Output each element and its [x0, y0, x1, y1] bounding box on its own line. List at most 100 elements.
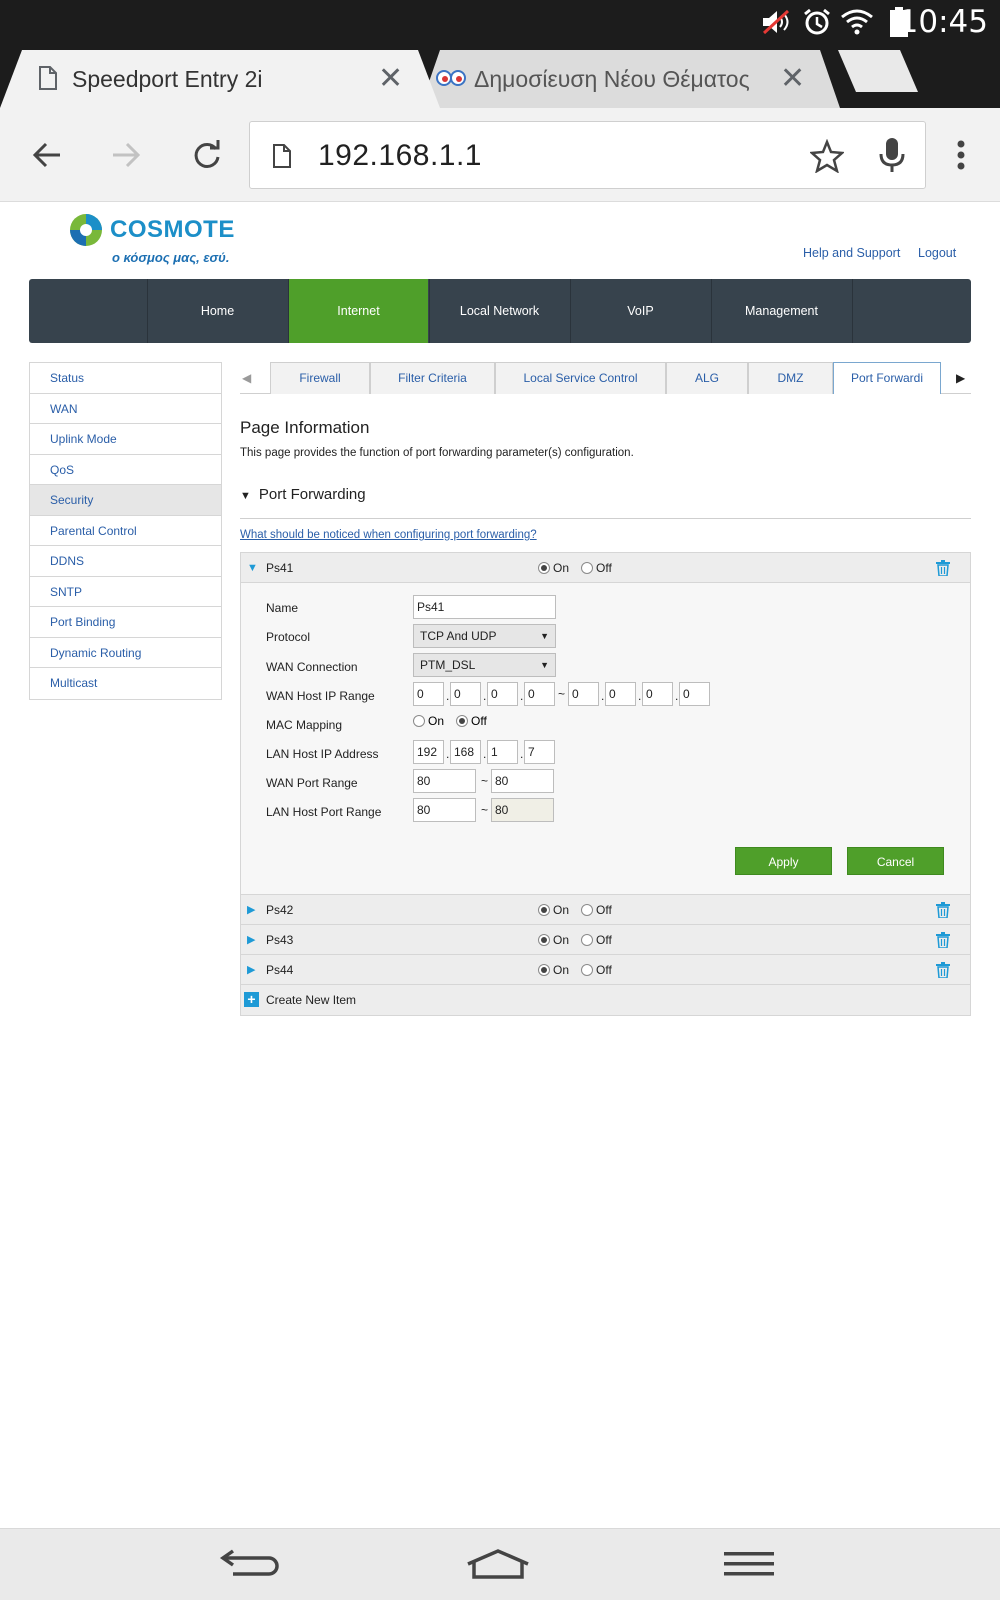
enable-on-radio[interactable]	[538, 904, 550, 916]
nav-home[interactable]: Home	[147, 279, 287, 343]
enable-on-radio[interactable]	[538, 934, 550, 946]
protocol-select[interactable]: TCP And UDP ▼	[413, 624, 556, 648]
help-link[interactable]: What should be noticed when configuring …	[240, 529, 537, 541]
wan-ip-end-octet-3[interactable]: 0	[642, 682, 673, 706]
wan-ip-start-octet-3[interactable]: 0	[487, 682, 518, 706]
tab-speedport[interactable]: Speedport Entry 2i ✕	[22, 50, 432, 108]
help-support-link[interactable]: Help and Support	[803, 246, 900, 260]
create-new-item-row[interactable]: + Create New Item	[241, 985, 970, 1015]
mac-off-radio[interactable]	[456, 715, 469, 727]
sidebar-item-parental-control[interactable]: Parental Control	[30, 515, 221, 546]
tab-title: Speedport Entry 2i	[72, 66, 263, 92]
logout-link[interactable]: Logout	[918, 246, 956, 260]
close-tab-icon[interactable]: ✕	[378, 50, 403, 108]
wan-connection-select[interactable]: PTM_DSL ▼	[413, 653, 556, 677]
home-icon[interactable]	[458, 1539, 538, 1589]
wan-port-start-input[interactable]: 80	[413, 769, 476, 793]
port-forwarding-section-header[interactable]: ▼ Port Forwarding	[240, 486, 366, 503]
name-label: Name	[266, 601, 299, 615]
back-button[interactable]	[20, 128, 74, 182]
sidebar-item-qos[interactable]: QoS	[30, 454, 221, 485]
enable-off-radio[interactable]	[581, 904, 594, 916]
name-input[interactable]: Ps41	[413, 595, 556, 619]
mic-icon[interactable]	[878, 136, 906, 179]
rule-header-ps41[interactable]: ▼ Ps41 On Off	[241, 553, 970, 583]
reload-button[interactable]	[180, 128, 234, 182]
rule-header-ps44[interactable]: ▶ Ps44 On Off	[241, 955, 970, 985]
wan-ip-start-octet-4[interactable]: 0	[524, 682, 555, 706]
rule-header-ps42[interactable]: ▶ Ps42 On Off	[241, 895, 970, 925]
create-new-item-label: Create New Item	[266, 993, 357, 1007]
trash-icon[interactable]	[936, 932, 950, 951]
scroll-left-icon[interactable]: ◀	[242, 362, 251, 394]
close-tab-icon[interactable]: ✕	[780, 50, 805, 108]
enable-on-radio[interactable]	[538, 562, 550, 574]
wan-ip-end-octet-2[interactable]: 0	[605, 682, 636, 706]
collapsed-triangle-icon[interactable]: ▶	[247, 955, 255, 985]
lan-port-range-label: LAN Host Port Range	[266, 805, 382, 819]
sidebar-item-security[interactable]: Security	[30, 485, 221, 516]
sidebar-item-sntp[interactable]: SNTP	[30, 576, 221, 607]
sidebar-item-uplink-mode[interactable]: Uplink Mode	[30, 424, 221, 455]
trash-icon[interactable]	[936, 962, 950, 981]
trash-icon[interactable]	[936, 902, 950, 921]
lan-port-start-input[interactable]: 80	[413, 798, 476, 822]
lan-ip-octet-4[interactable]: 7	[524, 740, 555, 764]
collapsed-triangle-icon[interactable]: ▶	[247, 895, 255, 925]
sidebar-item-multicast[interactable]: Multicast	[30, 668, 221, 699]
address-bar[interactable]: 192.168.1.1	[249, 121, 926, 189]
nav-management[interactable]: Management	[711, 279, 851, 343]
enable-on-radio[interactable]	[538, 964, 550, 976]
new-tab-button[interactable]	[838, 50, 918, 92]
sidebar-item-dynamic-routing[interactable]: Dynamic Routing	[30, 637, 221, 668]
tab-alg[interactable]: ALG	[666, 362, 748, 394]
rule-name: Ps44	[266, 963, 294, 977]
enable-off-radio[interactable]	[581, 964, 594, 976]
sidebar-item-wan[interactable]: WAN	[30, 393, 221, 424]
wan-ip-end-octet-1[interactable]: 0	[568, 682, 599, 706]
lan-ip-octet-1[interactable]: 192	[413, 740, 444, 764]
forward-button[interactable]	[99, 128, 153, 182]
mac-on-radio[interactable]	[413, 715, 425, 727]
nav-voip[interactable]: VoIP	[570, 279, 710, 343]
trash-icon[interactable]	[936, 560, 950, 579]
overflow-menu-icon[interactable]	[934, 128, 988, 182]
plus-icon[interactable]: +	[244, 992, 259, 1007]
star-icon[interactable]	[808, 138, 846, 178]
on-label: On	[553, 963, 570, 977]
rule-header-ps43[interactable]: ▶ Ps43 On Off	[241, 925, 970, 955]
on-label: On	[553, 933, 570, 947]
wan-ip-end-octet-4[interactable]: 0	[679, 682, 710, 706]
wan-port-range-label: WAN Port Range	[266, 776, 358, 790]
apply-button[interactable]: Apply	[735, 847, 832, 875]
section-title: Port Forwarding	[258, 486, 366, 503]
lan-ip-octet-2[interactable]: 168	[450, 740, 481, 764]
wan-ip-start-octet-2[interactable]: 0	[450, 682, 481, 706]
back-icon[interactable]	[210, 1539, 290, 1589]
sidebar-item-port-binding[interactable]: Port Binding	[30, 607, 221, 638]
menu-icon[interactable]	[709, 1539, 789, 1589]
tab-filter-criteria[interactable]: Filter Criteria	[370, 362, 495, 394]
sidebar-item-ddns[interactable]: DDNS	[30, 546, 221, 577]
nav-spacer	[852, 279, 971, 343]
wan-ip-start-octet-1[interactable]: 0	[413, 682, 444, 706]
tab-forum[interactable]: Δημοσίευση Νέου Θέματος ✕	[432, 50, 830, 108]
tab-dmz[interactable]: DMZ	[748, 362, 833, 394]
nav-local-network[interactable]: Local Network	[429, 279, 569, 343]
lan-ip-octet-3[interactable]: 1	[487, 740, 518, 764]
nav-internet[interactable]: Internet	[288, 279, 428, 343]
expanded-triangle-icon[interactable]: ▼	[247, 553, 258, 583]
wan-port-end-input[interactable]: 80	[491, 769, 554, 793]
cancel-button[interactable]: Cancel	[847, 847, 944, 875]
sidebar-item-status[interactable]: Status	[30, 363, 221, 394]
scroll-right-icon[interactable]: ▶	[956, 362, 965, 394]
enable-off-radio[interactable]	[581, 934, 594, 946]
tab-firewall[interactable]: Firewall	[270, 362, 370, 394]
collapsed-triangle-icon[interactable]: ▶	[247, 925, 255, 955]
protocol-value: TCP And UDP	[420, 629, 497, 643]
page-info-icon[interactable]	[272, 143, 292, 174]
enable-off-radio[interactable]	[581, 562, 594, 574]
tab-local-service-control[interactable]: Local Service Control	[495, 362, 666, 394]
tab-port-forwarding[interactable]: Port Forwardi	[833, 362, 941, 394]
main-nav: Home Internet Local Network VoIP Managem…	[29, 279, 971, 343]
